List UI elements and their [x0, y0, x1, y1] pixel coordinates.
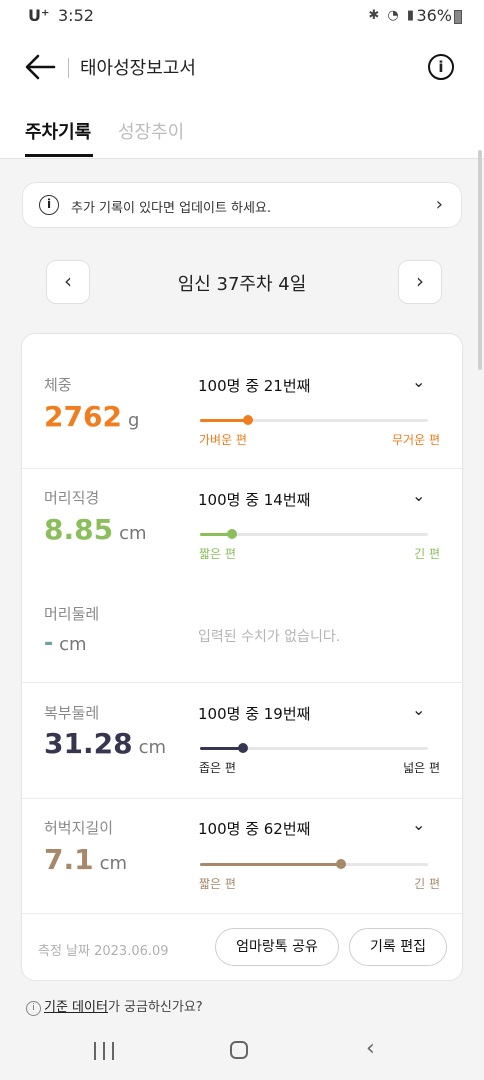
metric-number: 31.28: [44, 727, 133, 760]
percentile-track: [200, 415, 428, 425]
no-data-message: 입력된 수치가 없습니다.: [198, 629, 341, 645]
help-text: i 기준 데이터가 궁금하신가요?: [26, 996, 203, 1016]
metric-value: 31.28 cm: [44, 727, 166, 760]
metric-unit: g: [127, 410, 140, 431]
percentile-track: [200, 529, 428, 539]
scale-high-label: 긴 편: [414, 877, 440, 891]
percentile-fill: [200, 747, 244, 750]
metric-number: 8.85: [44, 513, 114, 546]
status-bar: U⁺ 3:52 ✱ ◔ ▮ 36%: [0, 0, 484, 34]
chevron-right-icon: ›: [416, 269, 424, 293]
reference-data-link[interactable]: 기준 데이터: [44, 1000, 108, 1015]
tab-growth-trend[interactable]: 성장추이: [118, 118, 184, 144]
help-suffix: 가 궁금하신가요?: [107, 1000, 203, 1015]
battery-percent: 36%: [416, 6, 452, 25]
percentile-knob: [238, 743, 249, 753]
recent-apps-icon: [103, 1042, 105, 1060]
percentile-fill: [200, 419, 248, 422]
metric-unit: cm: [138, 737, 167, 758]
scale-high-label: 넓은 편: [403, 761, 440, 775]
carrier-label: U⁺: [28, 6, 50, 25]
metric-number: 7.1: [44, 843, 94, 876]
scale-low-label: 짧은 편: [199, 877, 236, 891]
metric-head-circumference: 머리둘레 - cm 입력된 수치가 없습니다.: [22, 589, 462, 682]
metric-head-diameter: 머리직경 8.85 cm 100명 중 14번째 ⌄ 짧은 편 긴 편: [22, 469, 462, 589]
measurement-date: 측정 날짜 2023.06.09: [38, 944, 169, 959]
metric-name: 머리직경: [44, 489, 100, 507]
scale-low-label: 좁은 편: [199, 761, 236, 775]
percentile-fill: [200, 863, 342, 866]
next-week-button[interactable]: ›: [398, 260, 442, 304]
metrics-card: 체중 2762 g 100명 중 21번째 ⌄ 가벼운 편 무거운 편 머리직경 …: [21, 333, 463, 981]
recent-apps-button[interactable]: [94, 1042, 116, 1060]
system-back-button[interactable]: ‹: [366, 1036, 375, 1061]
wifi-icon: ◔: [387, 8, 401, 23]
metric-unit: cm: [119, 523, 147, 544]
metric-rank: 100명 중 14번째: [198, 491, 311, 509]
back-button[interactable]: [24, 52, 58, 82]
tab-bar: 주차기록 성장추이: [0, 100, 484, 159]
metric-rank: 100명 중 21번째: [198, 377, 311, 395]
home-button[interactable]: [230, 1041, 248, 1059]
scale-low-label: 짧은 편: [199, 547, 236, 561]
metric-value: 7.1 cm: [44, 843, 127, 876]
system-nav-bar: ‹: [0, 1020, 484, 1080]
metric-unit: cm: [99, 853, 128, 874]
metric-name: 허벅지길이: [44, 819, 114, 837]
chevron-down-icon[interactable]: ⌄: [412, 372, 425, 391]
signal-icon: ▮: [406, 8, 416, 23]
metric-weight: 체중 2762 g 100명 중 21번째 ⌄ 가벼운 편 무거운 편: [22, 334, 462, 468]
update-notice[interactable]: i 추가 기록이 있다면 업데이트 하세요. ›: [22, 182, 462, 228]
metric-value: - cm: [44, 631, 87, 656]
clock: 3:52: [58, 6, 94, 25]
percentile-track: [200, 859, 428, 869]
scrollbar[interactable]: [478, 150, 482, 370]
metric-abdomen: 복부둘레 31.28 cm 100명 중 19번째 ⌄ 좁은 편 넓은 편: [22, 683, 462, 798]
percentile-knob: [242, 415, 253, 425]
title-divider: [68, 58, 69, 78]
notice-text: 추가 기록이 있다면 업데이트 하세요.: [71, 201, 272, 216]
app-bar: 태아성장보고서 i: [0, 34, 484, 100]
bluetooth-icon: ✱: [368, 8, 382, 23]
status-icons: ✱ ◔ ▮: [368, 8, 416, 23]
recent-apps-icon: [94, 1042, 96, 1060]
metric-unit: cm: [59, 634, 87, 655]
page-title: 태아성장보고서: [80, 58, 196, 79]
metric-number: -: [44, 631, 54, 656]
chevron-down-icon[interactable]: ⌄: [412, 700, 425, 719]
metric-name: 머리둘레: [44, 605, 100, 623]
row-divider: [22, 913, 462, 914]
metric-name: 체중: [44, 376, 72, 394]
share-button[interactable]: 엄마랑톡 공유: [215, 928, 339, 966]
metric-femur: 허벅지길이 7.1 cm 100명 중 62번째 ⌄ 짧은 편 긴 편: [22, 799, 462, 913]
info-button[interactable]: i: [428, 54, 454, 80]
tab-weekly-record[interactable]: 주차기록: [25, 118, 91, 144]
battery-icon: [454, 10, 462, 24]
chevron-right-icon: ›: [435, 194, 443, 215]
chevron-down-icon[interactable]: ⌄: [412, 815, 425, 834]
arrow-left-icon: [25, 54, 56, 80]
metric-number: 2762: [44, 400, 122, 433]
percentile-knob: [336, 859, 347, 869]
metric-rank: 100명 중 62번째: [198, 820, 311, 838]
active-tab-indicator: [25, 154, 93, 157]
edit-record-button[interactable]: 기록 편집: [349, 928, 447, 966]
metric-value: 8.85 cm: [44, 513, 147, 546]
scale-low-label: 가벼운 편: [199, 433, 247, 447]
percentile-track: [200, 743, 428, 753]
scale-high-label: 무거운 편: [392, 433, 440, 447]
scale-high-label: 긴 편: [414, 547, 440, 561]
info-icon: i: [39, 195, 59, 215]
percentile-knob: [226, 529, 237, 539]
info-icon: i: [26, 1001, 41, 1016]
metric-name: 복부둘레: [44, 704, 100, 722]
metric-rank: 100명 중 19번째: [198, 705, 311, 723]
metric-value: 2762 g: [44, 400, 139, 433]
recent-apps-icon: [112, 1042, 114, 1060]
chevron-down-icon[interactable]: ⌄: [412, 486, 425, 505]
